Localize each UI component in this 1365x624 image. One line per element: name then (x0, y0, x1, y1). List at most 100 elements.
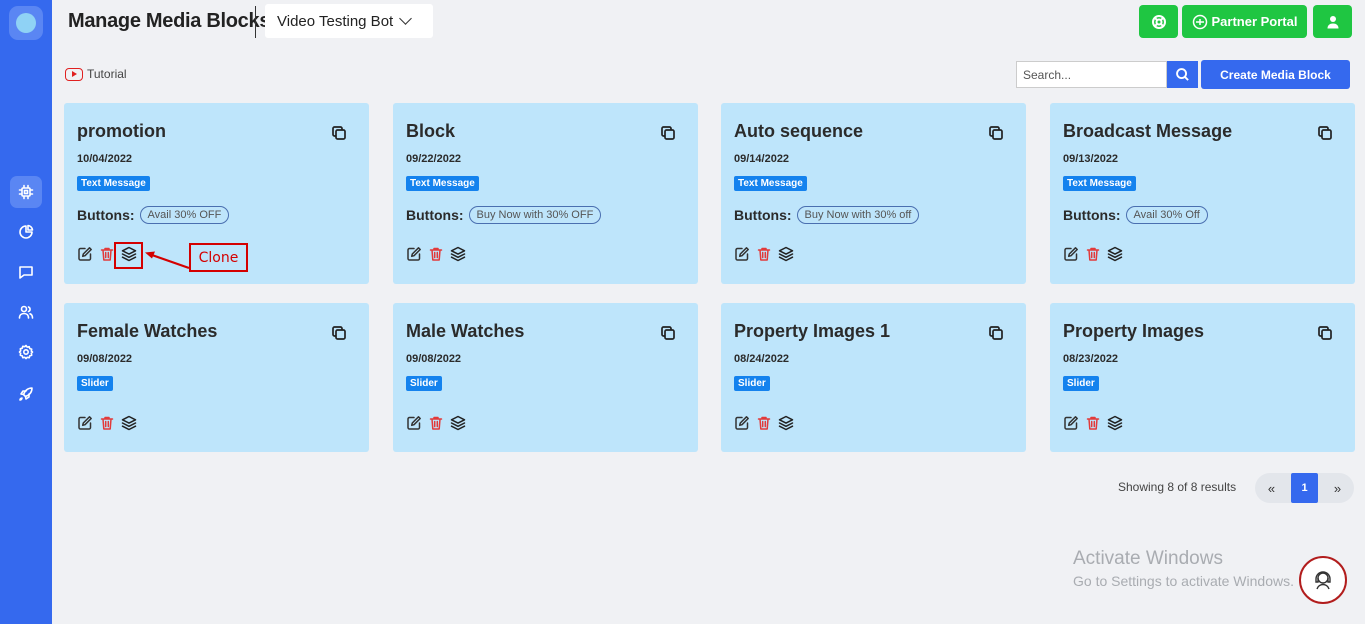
card-actions (406, 415, 472, 431)
copy-icon[interactable] (1317, 125, 1333, 141)
clone-icon[interactable] (778, 415, 794, 431)
media-block-card: Property Images 1 08/24/2022 Slider (721, 303, 1026, 452)
edit-icon[interactable] (406, 246, 422, 262)
search-button[interactable] (1167, 61, 1198, 88)
type-badge: Slider (734, 376, 770, 391)
bot-name: Video Testing Bot (277, 12, 394, 30)
edit-icon[interactable] (77, 415, 93, 431)
clone-icon[interactable] (1107, 246, 1123, 262)
partner-portal-button[interactable]: Partner Portal (1182, 5, 1307, 38)
clone-icon[interactable] (450, 246, 466, 262)
page-title: Manage Media Blocks (68, 10, 271, 32)
edit-icon[interactable] (1063, 246, 1079, 262)
type-badge: Text Message (734, 176, 807, 191)
prev-page-button[interactable]: « (1255, 473, 1288, 503)
card-title: Block (406, 121, 456, 141)
edit-icon[interactable] (406, 415, 422, 431)
card-title: Property Images (1063, 321, 1205, 341)
partner-icon (1192, 14, 1207, 29)
clone-icon[interactable] (121, 415, 137, 431)
media-block-card: Male Watches 09/08/2022 Slider (393, 303, 698, 452)
title-divider (255, 6, 256, 38)
tutorial-label: Tutorial (87, 67, 127, 81)
app-logo[interactable] (9, 6, 43, 40)
card-title: Broadcast Message (1063, 121, 1233, 141)
trash-icon[interactable] (99, 415, 115, 431)
card-date: 10/04/2022 (77, 153, 133, 165)
copy-icon[interactable] (660, 325, 676, 341)
edit-icon[interactable] (1063, 415, 1079, 431)
clone-icon[interactable] (1107, 415, 1123, 431)
sidebar-item-users[interactable] (10, 296, 42, 328)
sidebar-item-analytics[interactable] (10, 216, 42, 248)
media-block-card: Auto sequence 09/14/2022 Text Message Bu… (721, 103, 1026, 284)
card-date: 08/24/2022 (734, 353, 790, 365)
sidebar-item-launch[interactable] (10, 378, 42, 410)
sidebar-item-settings[interactable] (10, 336, 42, 368)
copy-icon[interactable] (988, 325, 1004, 341)
trash-icon[interactable] (428, 415, 444, 431)
copy-icon[interactable] (1317, 325, 1333, 341)
page-1-button[interactable]: 1 (1291, 473, 1318, 503)
trash-icon[interactable] (756, 246, 772, 262)
bot-selector[interactable]: Video Testing Bot (265, 4, 433, 38)
tutorial-link[interactable]: Tutorial (65, 67, 127, 81)
copy-icon[interactable] (988, 125, 1004, 141)
media-block-card: Block 09/22/2022 Text Message Buttons: B… (393, 103, 698, 284)
card-buttons: Buttons: Avail 30% Off (1063, 206, 1208, 224)
card-date: 09/08/2022 (406, 353, 462, 365)
profile-button[interactable] (1313, 5, 1352, 38)
pagination: « 1 » (1255, 473, 1354, 503)
card-actions (734, 415, 800, 431)
trash-icon[interactable] (756, 415, 772, 431)
card-date: 09/22/2022 (406, 153, 462, 165)
button-pill: Avail 30% Off (1125, 206, 1208, 224)
edit-icon[interactable] (734, 246, 750, 262)
card-title: promotion (77, 121, 166, 141)
button-pill: Buy Now with 30% OFF (468, 206, 602, 224)
activate-windows-subtitle: Go to Settings to activate Windows. (1073, 573, 1294, 589)
type-badge: Slider (1063, 376, 1099, 391)
copy-icon[interactable] (331, 325, 347, 341)
annotation-arrow (145, 251, 190, 270)
results-count: Showing 8 of 8 results (1118, 480, 1237, 494)
clone-icon[interactable] (778, 246, 794, 262)
chip-icon (18, 184, 34, 200)
next-page-button[interactable]: » (1321, 473, 1354, 503)
media-block-card: Property Images 08/23/2022 Slider (1050, 303, 1355, 452)
card-title: Auto sequence (734, 121, 864, 141)
edit-icon[interactable] (734, 415, 750, 431)
button-pill: Avail 30% OFF (139, 206, 230, 224)
trash-icon[interactable] (1085, 246, 1101, 262)
search-input[interactable] (1016, 61, 1167, 88)
trash-icon[interactable] (99, 246, 115, 262)
copy-icon[interactable] (331, 125, 347, 141)
gear-icon (18, 344, 34, 360)
sidebar-item-chat[interactable] (10, 256, 42, 288)
card-actions (77, 415, 143, 431)
support-button[interactable] (1139, 5, 1178, 38)
card-date: 08/23/2022 (1063, 353, 1119, 365)
sidebar-item-media-blocks[interactable] (10, 176, 42, 208)
type-badge: Text Message (77, 176, 150, 191)
logo-icon (16, 13, 36, 33)
pie-chart-icon (19, 224, 34, 239)
clone-icon[interactable] (450, 415, 466, 431)
create-media-block-button[interactable]: Create Media Block (1201, 60, 1350, 89)
trash-icon[interactable] (428, 246, 444, 262)
users-icon (18, 305, 34, 319)
copy-icon[interactable] (660, 125, 676, 141)
card-buttons: Buttons: Avail 30% OFF (77, 206, 230, 224)
trash-icon[interactable] (1085, 415, 1101, 431)
headset-icon (1315, 571, 1331, 590)
support-chat-button[interactable] (1299, 556, 1347, 604)
type-badge: Text Message (406, 176, 479, 191)
card-title: Male Watches (406, 321, 525, 341)
card-date: 09/13/2022 (1063, 153, 1119, 165)
card-actions (1063, 246, 1129, 262)
activate-windows-title: Activate Windows (1073, 548, 1223, 569)
buttons-label: Buttons: (734, 207, 792, 223)
chevron-down-icon (399, 12, 413, 25)
card-actions (1063, 415, 1129, 431)
edit-icon[interactable] (77, 246, 93, 262)
